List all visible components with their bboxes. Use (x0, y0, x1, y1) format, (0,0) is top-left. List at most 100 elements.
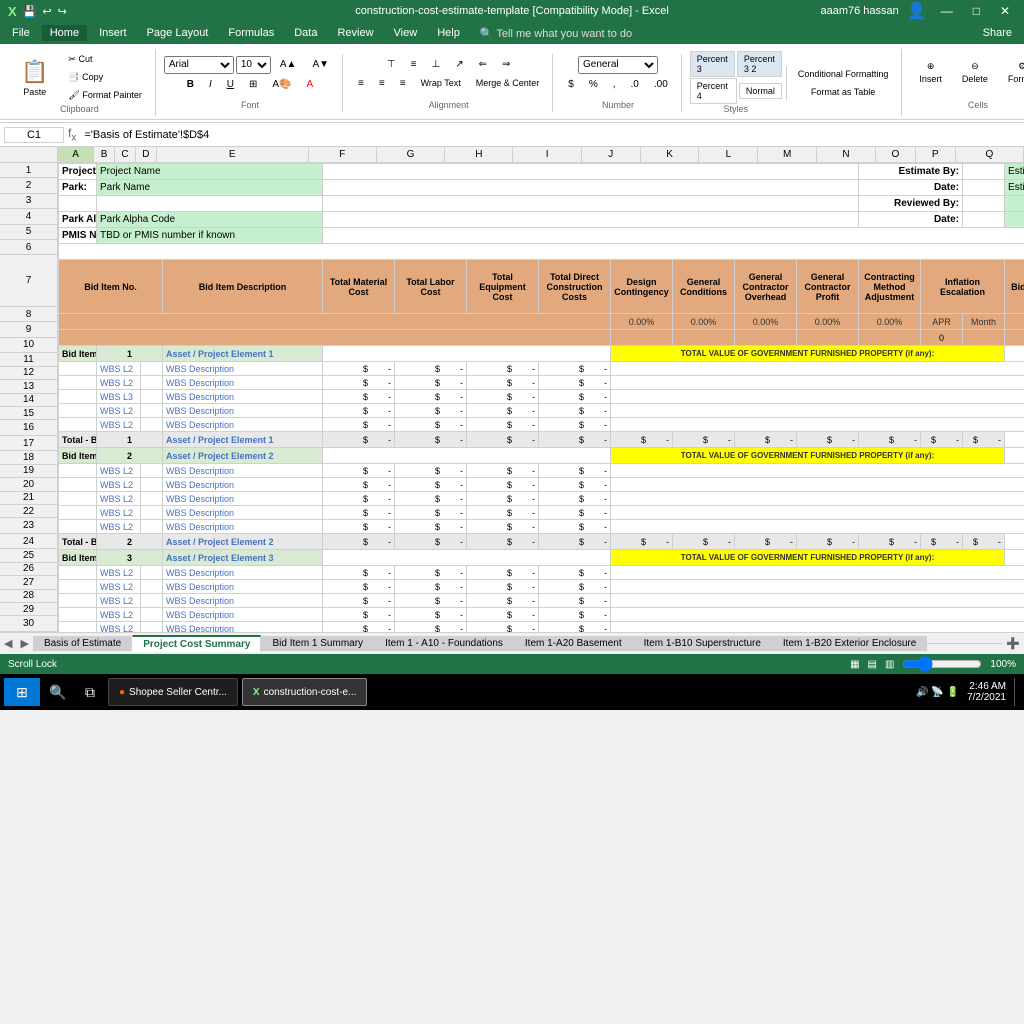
wbs-desc-11[interactable]: WBS Description (163, 362, 323, 376)
pmis-value-cell[interactable]: TBD or PMIS number if known (97, 228, 323, 244)
estimate-date-cell[interactable]: Estimate Date (1005, 180, 1024, 196)
row-9[interactable]: 9 (0, 322, 57, 337)
menu-view[interactable]: View (386, 25, 426, 41)
indent-increase-btn[interactable]: ⇒ (495, 56, 517, 73)
italic-btn[interactable]: I (202, 76, 219, 93)
project-value-cell[interactable]: Project Name (97, 164, 323, 180)
font-increase-btn[interactable]: A▲ (273, 56, 304, 73)
row-24[interactable]: 24 (0, 534, 57, 549)
normal-btn[interactable]: Normal (739, 83, 782, 99)
align-middle-btn[interactable]: ≡ (404, 56, 424, 73)
project-label-cell[interactable]: Project: (59, 164, 97, 180)
sheet-nav-right[interactable]: ▶ (16, 635, 32, 652)
sheet-tab-item-b10[interactable]: Item 1-B10 Superstructure (633, 636, 772, 651)
wrap-text-btn[interactable]: Wrap Text (414, 75, 468, 91)
row-27[interactable]: 27 (0, 576, 57, 589)
row-30[interactable]: 30 (0, 616, 57, 631)
decimal-inc-btn[interactable]: .0 (624, 76, 646, 93)
menu-share[interactable]: Share (975, 25, 1020, 41)
col-n[interactable]: N (817, 147, 876, 163)
row-20[interactable]: 20 (0, 478, 57, 491)
row-5[interactable]: 5 (0, 225, 57, 240)
sheet-tab-project-cost[interactable]: Project Cost Summary (132, 635, 261, 652)
taskbar-app-2[interactable]: X construction-cost-e... (242, 678, 367, 706)
gov-value-3[interactable]: $ - (1005, 550, 1024, 566)
format-table-btn[interactable]: Format as Table (804, 84, 882, 100)
row-21[interactable]: 21 (0, 492, 57, 505)
park-alpha-cell[interactable]: Park Alpha Code (97, 212, 323, 228)
row-7[interactable]: 7 (0, 255, 57, 307)
view-normal-btn[interactable]: ▦ (850, 659, 859, 670)
menu-search[interactable]: 🔍 Tell me what you want to do (472, 25, 640, 42)
col-a[interactable]: A (58, 147, 94, 163)
design-pct[interactable]: 0.00% (611, 314, 673, 330)
sheet-tab-bid-item-1[interactable]: Bid Item 1 Summary (261, 636, 374, 651)
bold-btn[interactable]: B (180, 76, 201, 93)
row-13[interactable]: 13 (0, 380, 57, 393)
row-10[interactable]: 10 (0, 338, 57, 353)
wbs-desc-12[interactable]: WBS Description (163, 376, 323, 390)
percent-btn[interactable]: % (582, 76, 605, 93)
row-22[interactable]: 22 (0, 505, 57, 518)
row-2[interactable]: 2 (0, 178, 57, 193)
bid-item-3-desc[interactable]: Asset / Project Element 3 (163, 550, 323, 566)
wbs-desc-14[interactable]: WBS Description (163, 404, 323, 418)
quick-access-undo[interactable]: ↩ (42, 5, 51, 18)
cell-reference[interactable] (4, 127, 64, 143)
copy-btn[interactable]: 📑 Copy (61, 69, 148, 86)
menu-data[interactable]: Data (286, 25, 325, 41)
font-decrease-btn[interactable]: A▼ (305, 56, 336, 73)
show-desktop-btn[interactable] (1014, 678, 1020, 706)
row-3[interactable]: 3 (0, 194, 57, 209)
close-btn[interactable]: ✕ (994, 4, 1016, 18)
col-q[interactable]: Q (956, 147, 1024, 163)
font-color-btn[interactable]: A (300, 76, 321, 93)
overhead-pct[interactable]: 0.00% (735, 314, 797, 330)
col-i[interactable]: I (513, 147, 581, 163)
align-top-btn[interactable]: ⊤ (380, 56, 403, 73)
row-29[interactable]: 29 (0, 603, 57, 616)
park-value-cell[interactable]: Park Name (97, 180, 323, 196)
direct-11[interactable]: $ - (539, 362, 611, 376)
menu-home[interactable]: Home (42, 25, 87, 41)
estimator-name-cell[interactable]: Estimator Name (1005, 164, 1024, 180)
profit-pct[interactable]: 0.00% (797, 314, 859, 330)
percent3-btn[interactable]: Percent 3 (690, 51, 735, 77)
sheet-nav-left[interactable]: ◀ (0, 635, 16, 652)
col-k[interactable]: K (641, 147, 700, 163)
font-size-select[interactable]: 10 (236, 56, 271, 74)
general-pct[interactable]: 0.00% (673, 314, 735, 330)
format-cells-btn[interactable]: ⚙Format (999, 56, 1024, 89)
col-e[interactable]: E (157, 147, 309, 163)
row-1[interactable]: 1 (0, 163, 57, 178)
col-m[interactable]: M (758, 147, 817, 163)
cond-format-btn[interactable]: Conditional Formatting (791, 66, 896, 82)
minimize-btn[interactable]: — (935, 4, 959, 18)
format-painter-btn[interactable]: 🖌 Format Painter (61, 87, 148, 104)
row-17[interactable]: 17 (0, 436, 57, 451)
text-direction-btn[interactable]: ↗ (448, 56, 470, 73)
row-23[interactable]: 23 (0, 518, 57, 533)
align-right-btn[interactable]: ≡ (393, 75, 413, 92)
comma-btn[interactable]: , (606, 76, 623, 93)
row-15[interactable]: 15 (0, 407, 57, 420)
wbs-desc-13[interactable]: WBS Description (163, 390, 323, 404)
row-14[interactable]: 14 (0, 394, 57, 407)
align-left-btn[interactable]: ≡ (351, 75, 371, 92)
col-f[interactable]: F (309, 147, 377, 163)
row-19[interactable]: 19 (0, 465, 57, 478)
col-c[interactable]: C (115, 147, 136, 163)
gov-value-2[interactable]: $ - (1005, 448, 1024, 464)
col-g[interactable]: G (377, 147, 445, 163)
insert-cells-btn[interactable]: ⊕Insert (910, 56, 951, 89)
sheet-tab-basis[interactable]: Basis of Estimate (33, 636, 132, 651)
quick-access-save[interactable]: 💾 (23, 5, 37, 18)
row-25[interactable]: 25 (0, 549, 57, 562)
row-11[interactable]: 11 (0, 353, 57, 366)
align-center-btn[interactable]: ≡ (372, 75, 392, 92)
menu-review[interactable]: Review (329, 25, 381, 41)
col-l[interactable]: L (699, 147, 758, 163)
sheet-tab-item-b20[interactable]: Item 1-B20 Exterior Enclosure (772, 636, 927, 651)
percent4-btn[interactable]: Percent 4 (690, 78, 737, 104)
menu-insert[interactable]: Insert (91, 25, 135, 41)
